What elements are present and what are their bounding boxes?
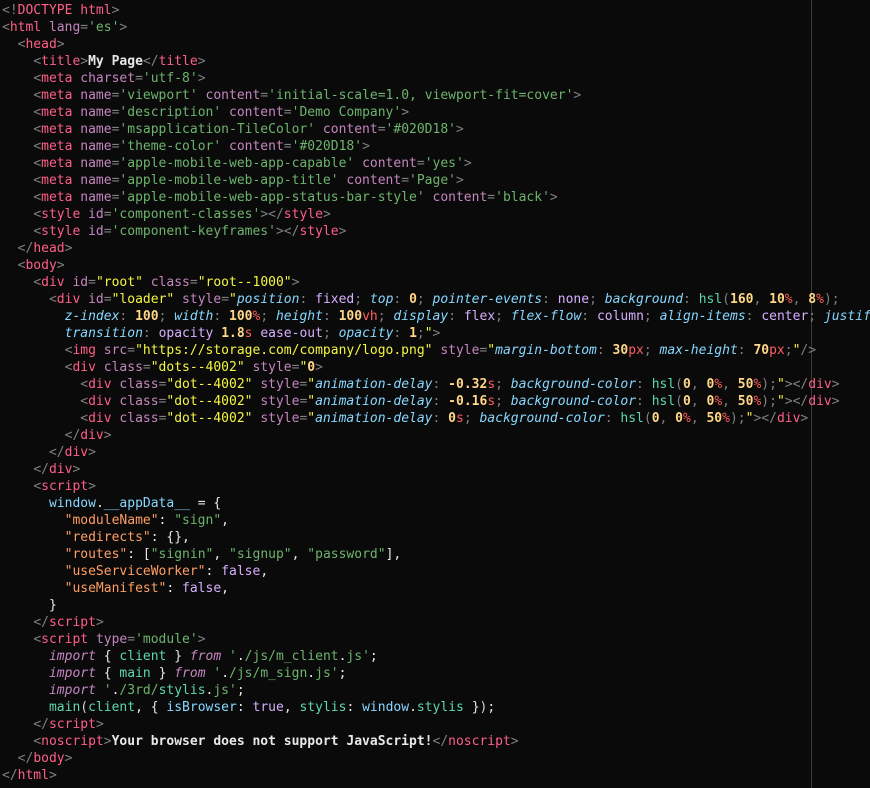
- code-editor[interactable]: <!DOCTYPE html> <html lang='es'> <head> …: [0, 0, 812, 788]
